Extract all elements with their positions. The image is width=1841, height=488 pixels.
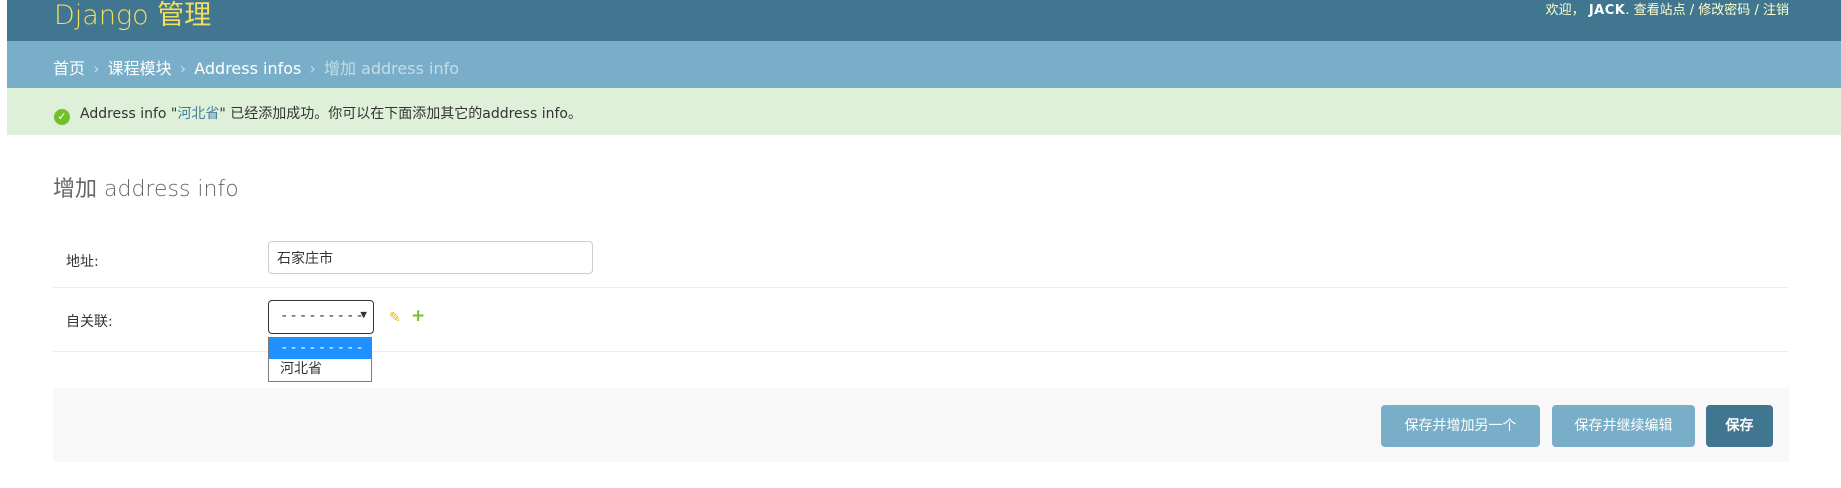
submit-row: 保存并增加另一个 保存并继续编辑 保存 (53, 388, 1789, 462)
breadcrumb-separator: › (309, 59, 316, 78)
breadcrumb: 首页 › 课程模块 › Address infos › 增加 address i… (7, 41, 1841, 88)
triangle-down-icon: ▼ (360, 308, 367, 321)
parent-select-value: --------- (280, 308, 365, 324)
site-branding[interactable]: Django 管理 (54, 0, 211, 32)
select-option[interactable]: 河北省 (269, 359, 371, 380)
save-and-add-another-button[interactable]: 保存并增加另一个 (1381, 405, 1540, 447)
success-message: ✓ Address info "河北省" 已经添加成功。你可以在下面添加其它的ad… (7, 88, 1841, 135)
separator: / (1689, 3, 1695, 18)
form-row-address: 地址: (53, 235, 1789, 288)
address-input[interactable] (268, 241, 593, 274)
plus-icon[interactable]: + (411, 306, 425, 326)
change-password-link[interactable]: 修改密码 (1698, 3, 1750, 18)
parent-select-dropdown: --------- 河北省 (268, 337, 372, 382)
message-suffix: " 已经添加成功。你可以在下面添加其它的address info。 (219, 106, 582, 122)
username: JACK (1588, 3, 1626, 18)
save-button[interactable]: 保存 (1706, 405, 1773, 447)
pencil-icon[interactable]: ✎ (389, 310, 401, 326)
parent-label: 自关联: (66, 314, 113, 330)
select-option[interactable]: --------- (269, 338, 371, 359)
breadcrumb-separator: › (93, 59, 100, 78)
breadcrumb-model[interactable]: Address infos (194, 59, 301, 78)
breadcrumb-home[interactable]: 首页 (53, 59, 85, 78)
breadcrumb-current: 增加 address info (323, 59, 460, 78)
view-site-link[interactable]: 查看站点 (1634, 3, 1686, 18)
user-tools: 欢迎， JACK. 查看站点 / 修改密码 / 注销 (1545, 3, 1789, 18)
breadcrumb-separator: › (179, 59, 187, 78)
breadcrumb-app[interactable]: 课程模块 (108, 59, 172, 78)
message-object-link[interactable]: 河北省 (177, 106, 219, 122)
welcome-text: 欢迎， (1545, 3, 1585, 18)
message-prefix: Address info " (80, 106, 178, 122)
logout-link[interactable]: 注销 (1763, 3, 1789, 18)
save-and-continue-button[interactable]: 保存并继续编辑 (1552, 405, 1695, 447)
separator: / (1754, 3, 1759, 18)
page-title: 增加 address info (53, 177, 239, 202)
address-label: 地址: (66, 254, 99, 270)
site-header: Django 管理 欢迎， JACK. 查看站点 / 修改密码 / 注销 (7, 0, 1841, 41)
parent-select[interactable]: --------- ▼ (268, 300, 374, 334)
check-circle-icon: ✓ (54, 109, 70, 125)
